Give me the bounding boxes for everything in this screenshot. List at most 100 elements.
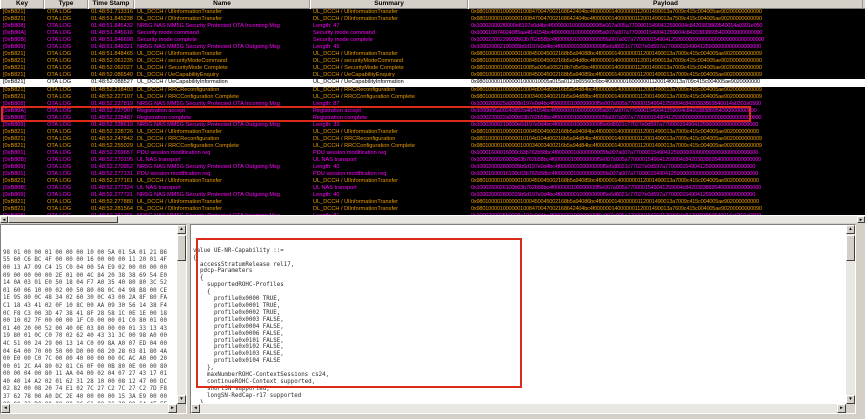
table-row[interactable]: [0xB821] OTA LOG 01:48:52.228726 UL_DCCH… [0, 129, 865, 136]
decode-vertical-scrollbar[interactable]: ▲ ▼ [846, 225, 855, 404]
table-row[interactable]: [0xB821] OTA LOG 01:48:52.277880 UL_DCCH… [0, 199, 865, 206]
scrollbar-track[interactable] [10, 404, 168, 413]
table-row[interactable]: [0xB809] OTA LOG 01:48:52.228619 NR5G NA… [0, 122, 865, 129]
row-key: [0xB821] [3, 178, 26, 185]
row-payload: 0x98010000100000010004d004d00216b5a94d84… [471, 86, 762, 93]
row-key: [0xB80B] [3, 156, 26, 163]
table-row[interactable]: [0xB821] OTA LOG 01:48:52.086540 DL_DCCH… [0, 72, 865, 79]
table-row[interactable]: [0xB821] OTA LOG 01:48:52.218403 DL_DCCH… [0, 87, 865, 94]
table-row[interactable]: [0xB821] OTA LOG 01:48:52.277161 UL_DCCH… [0, 178, 865, 185]
table-row[interactable]: [0xB80B] OTA LOG 01:48:51.846698 Securit… [0, 37, 865, 44]
scroll-left-icon[interactable]: ◄ [1, 404, 10, 413]
row-summary: PDU session modification req [313, 171, 387, 178]
row-name: UL_DCCH / UlInformationTransfer [137, 199, 222, 206]
scroll-right-icon[interactable]: ► [837, 404, 846, 413]
hex-vertical-scrollbar[interactable]: ▲ ▼ [177, 225, 186, 404]
column-header[interactable]: Time Stamp [88, 0, 134, 9]
row-name: NR5G NAS MM5G Security Protected OTA Out… [137, 44, 280, 51]
table-row[interactable]: [0xB821] OTA LOG 01:48:51.713316 UL_DCCH… [0, 9, 865, 16]
table-row[interactable]: [0xB808] OTA LOG 01:48:52.227819 NR5G NA… [0, 101, 865, 108]
table-row[interactable]: [0xB809] OTA LOG 01:48:52.270852 NR5G NA… [0, 164, 865, 171]
scrollbar-thumb[interactable] [8, 216, 118, 223]
table-row[interactable]: [0xB821] OTA LOG 01:48:52.062027 UL_DCCH… [0, 65, 865, 72]
row-summary: UL_DCCH / SecurityMode Complete [313, 65, 404, 72]
row-type: OTA LOG [47, 9, 72, 15]
scroll-down-icon[interactable]: ▼ [177, 395, 186, 404]
hex-line: 00 E0 00 C0 7C 00 00 40 00 00 00 0C AC A… [3, 356, 168, 363]
scroll-up-icon[interactable]: ▲ [846, 225, 855, 234]
hex-line: 09 00 00 00 00 2E 01 00 4C 84 20 38 38 6… [3, 272, 168, 279]
row-type: OTA LOG [47, 142, 72, 149]
table-row[interactable]: [0xB80A] OTA LOG 01:48:52.227907 Registr… [0, 108, 865, 115]
row-key: [0xB821] [3, 72, 26, 79]
row-name: DL_DCCH / securityModeCommand [137, 58, 228, 65]
scroll-left-icon[interactable]: ◄ [0, 216, 8, 223]
row-summary: Length: 87 [313, 100, 340, 107]
row-name: Security mode complete [137, 37, 198, 44]
table-row[interactable]: [0xB821] OTA LOG 01:48:52.247842 DL_DCCH… [0, 136, 865, 143]
scrollbar-track[interactable] [200, 404, 837, 413]
row-summary: UL NAS transport [313, 156, 357, 163]
row-key: [0xB809] [3, 192, 26, 199]
row-summary: Length: 33 [313, 121, 340, 128]
table-row[interactable]: [0xB821] OTA LOG 01:48:51.845238 DL_DCCH… [0, 16, 865, 23]
table-row[interactable]: [0xB821] OTA LOG 01:48:52.061235 DL_DCCH… [0, 58, 865, 65]
row-timestamp: 01:48:52.228487 [91, 114, 133, 121]
row-name: UL_DCCH / UeCapabilityInformation [137, 79, 228, 86]
decode-line: profile0x0101 FALSE, [193, 337, 284, 344]
row-name: DL_DCCH / RRCReconfiguration [137, 135, 220, 142]
column-header[interactable]: Summary [310, 0, 468, 9]
hex-line: 37 62 78 00 A0 DC 2E 40 00 00 00 15 3A E… [3, 394, 168, 401]
table-row[interactable]: [0xB801] OTA LOG 01:48:52.277131 PDU ses… [0, 171, 865, 178]
row-key: [0xB808] [3, 100, 26, 107]
column-header[interactable]: Payload [468, 0, 863, 9]
row-summary: UL_DCCH / UeCapabilityInformation [313, 79, 404, 86]
row-key: [0xB821] [3, 58, 26, 65]
scroll-right-icon[interactable]: ► [857, 216, 865, 223]
row-timestamp: 01:48:51.846698 [91, 37, 133, 44]
scrollbar-thumb[interactable] [177, 235, 186, 261]
column-header[interactable]: Key [0, 0, 44, 9]
table-row[interactable]: [0xB809] OTA LOG 01:48:52.277721 NR5G NA… [0, 192, 865, 199]
table-row[interactable]: [0xB821] OTA LOG 01:48:52.227107 UL_DCCH… [0, 94, 865, 101]
row-key: [0xB821] [3, 86, 26, 93]
row-payload: 0x9801000010000001000450045002168b5a9408… [471, 178, 759, 185]
table-row[interactable]: [0xB821] OTA LOG 01:48:51.848465 UL_DCCH… [0, 51, 865, 58]
table-row[interactable]: [0xB821] OTA LOG 01:48:52.255029 UL_DCCH… [0, 143, 865, 150]
hex-horizontal-scrollbar[interactable]: ◄ ► [1, 404, 177, 413]
table-row[interactable]: [0xB80B] OTA LOG 01:48:52.228487 Registr… [0, 115, 865, 122]
detail-area: 98 01 00 00 01 00 00 00 10 00 5A 01 5A 0… [0, 223, 865, 419]
row-name: DL_DCCH / UeCapabilityEnquiry [137, 72, 219, 79]
scroll-down-icon[interactable]: ▼ [846, 395, 855, 404]
table-row[interactable]: [0xB801] OTA LOG 01:48:52.269657 PDU ses… [0, 150, 865, 157]
row-key: [0xB821] [3, 199, 26, 206]
row-type: OTA LOG [47, 58, 72, 65]
row-key: [0xB821] [3, 79, 26, 86]
scroll-right-icon[interactable]: ► [168, 404, 177, 413]
table-row[interactable]: [0xB821] OTA LOG 01:48:52.088527 UL_DCCH… [0, 79, 865, 87]
row-type: OTA LOG [47, 93, 72, 100]
decode-line: { [193, 289, 211, 296]
table-row[interactable]: [0xB80A] OTA LOG 01:48:51.845616 Securit… [0, 30, 865, 37]
table-row[interactable]: [0xB821] OTA LOG 01:48:52.281564 DL_DCCH… [0, 206, 865, 213]
table-row[interactable]: [0xB80B] OTA LOG 01:48:52.270195 UL NAS … [0, 157, 865, 164]
scrollbar-track[interactable] [8, 216, 857, 223]
decode-line: profile0x0000 TRUE, [193, 296, 281, 303]
row-payload: 0x9801000010000001008450045002168b5a9408… [471, 72, 762, 79]
column-header[interactable]: Name [134, 0, 310, 9]
scrollbar-thumb[interactable] [846, 235, 855, 261]
row-name: UL_DCCH / UlInformationTransfer [137, 178, 222, 185]
row-type: OTA LOG [47, 114, 72, 121]
row-type: OTA LOG [47, 121, 72, 128]
scroll-up-icon[interactable]: ▲ [177, 225, 186, 234]
decode-horizontal-scrollbar[interactable]: ◄ ► [191, 404, 846, 413]
scroll-left-icon[interactable]: ◄ [191, 404, 200, 413]
row-type: OTA LOG [47, 149, 72, 156]
table-row[interactable]: [0xB809] OTA LOG 01:48:51.848321 NR5G NA… [0, 44, 865, 51]
row-timestamp: 01:48:51.845616 [91, 30, 133, 37]
table-horizontal-scrollbar[interactable]: ◄ ► [0, 215, 865, 223]
row-timestamp: 01:48:52.270195 [91, 156, 133, 163]
table-row[interactable]: [0xB80B] OTA LOG 01:48:52.277324 UL NAS … [0, 185, 865, 192]
column-header[interactable]: Type [44, 0, 88, 9]
table-row[interactable]: [0xB808] OTA LOG 01:48:51.845432 NR5G NA… [0, 23, 865, 30]
